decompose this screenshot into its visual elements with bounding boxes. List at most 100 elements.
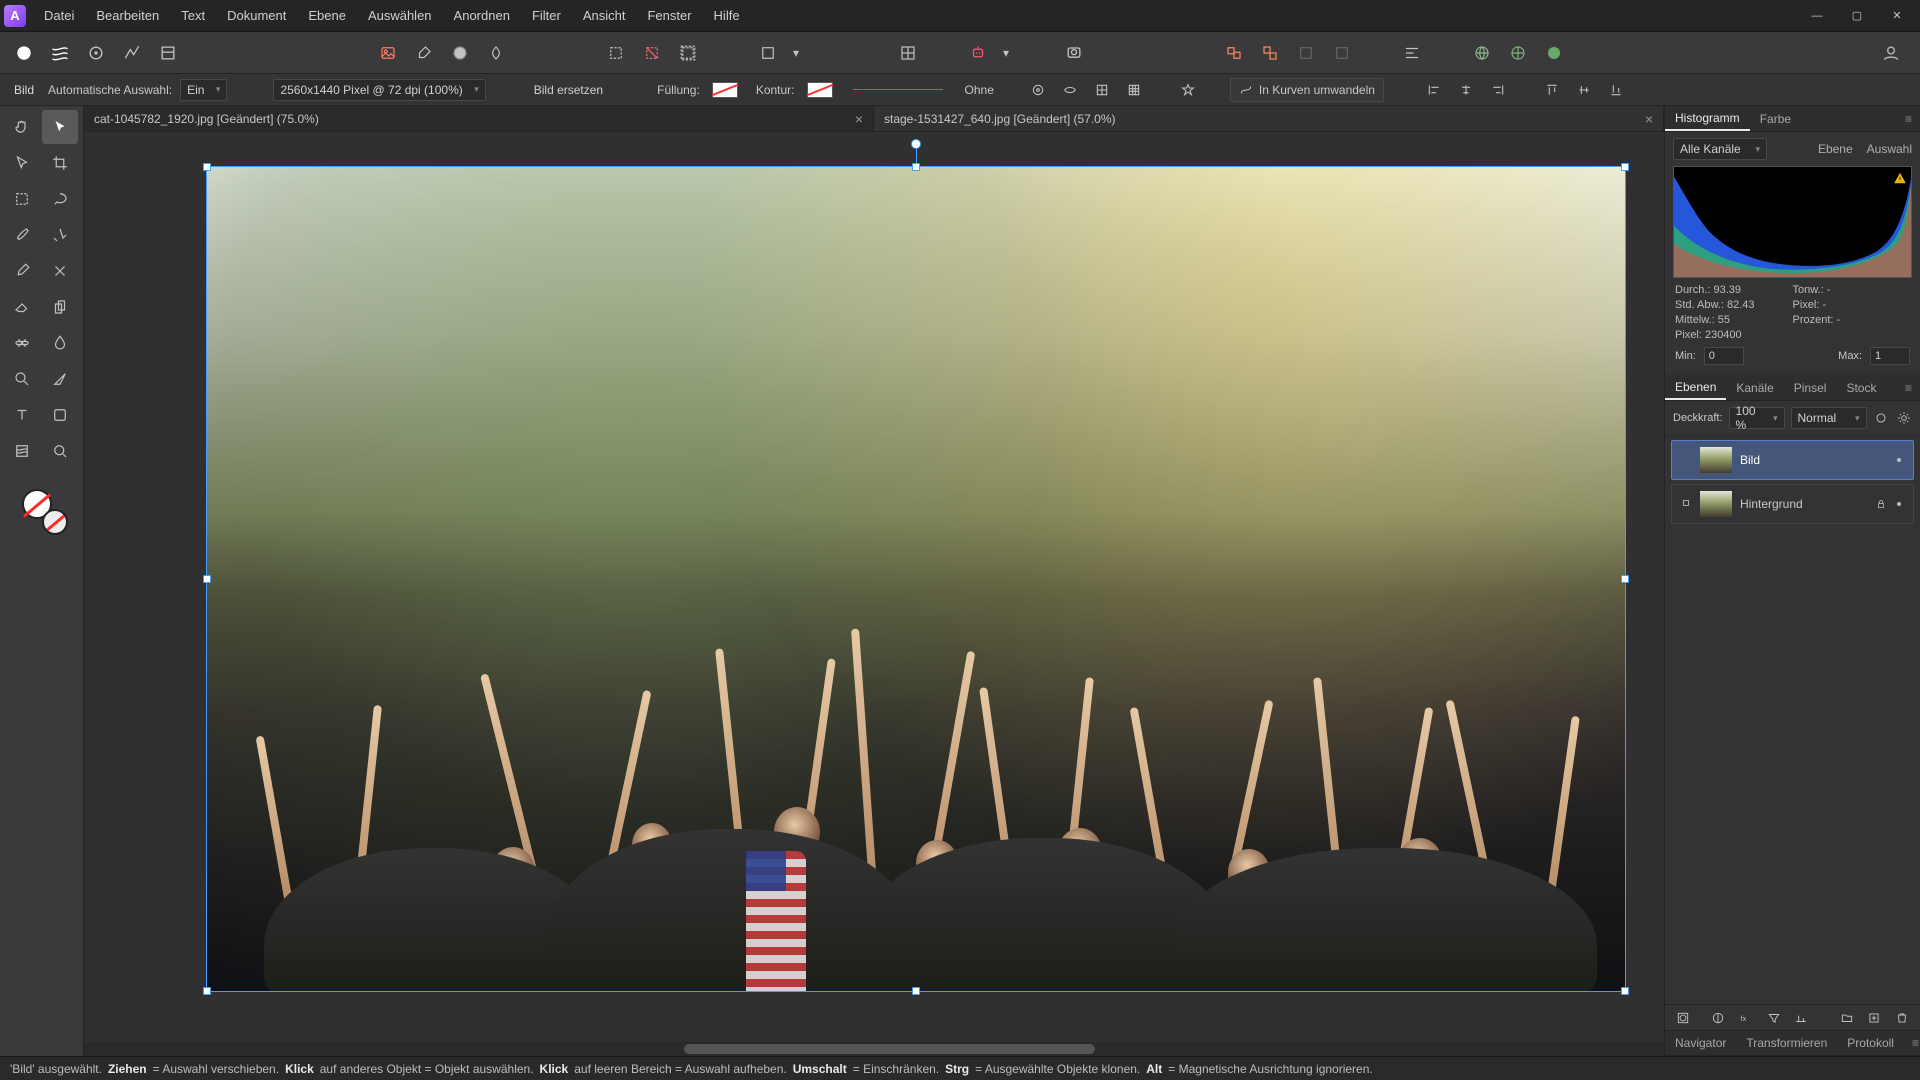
autoselect-dropdown[interactable]: Ein [180,79,227,101]
align-center-icon[interactable] [1454,79,1478,101]
paint-brush-tool-icon[interactable] [4,254,40,288]
crop-mode-icon[interactable] [752,39,784,67]
tab-farbe[interactable]: Farbe [1750,106,1801,131]
opacity-dropdown[interactable]: 100 % [1729,407,1785,429]
stroke-swatch[interactable] [807,82,833,98]
menu-ebene[interactable]: Ebene [298,0,356,31]
zoom-tool-icon[interactable] [42,434,78,468]
convert-to-curves-button[interactable]: In Kurven umwandeln [1230,78,1384,102]
add-layer-icon[interactable] [1865,1007,1885,1029]
divide-tool-icon[interactable] [892,39,924,67]
move-tool-icon[interactable] [42,110,78,144]
footer-panel-menu-icon[interactable]: ≡ [1904,1036,1920,1050]
tab-transformieren[interactable]: Transformieren [1736,1031,1837,1055]
persona-develop-icon[interactable] [80,39,112,67]
menu-ansicht[interactable]: Ansicht [573,0,636,31]
globe-dark-icon[interactable] [1538,39,1570,67]
menu-bearbeiten[interactable]: Bearbeiten [86,0,169,31]
flood-select-tool-icon[interactable] [42,218,78,252]
align-right-icon[interactable] [1486,79,1510,101]
window-maximize[interactable]: ▢ [1838,1,1876,31]
picker-tool-icon[interactable] [408,39,440,67]
window-minimize[interactable]: ― [1798,1,1836,31]
delete-layer-icon[interactable] [1892,1007,1912,1029]
assets-boxes-disabled2-icon[interactable] [1326,39,1358,67]
crop-tool-icon[interactable] [42,146,78,180]
window-close[interactable]: ✕ [1878,1,1916,31]
pixel-mode-icon[interactable] [1058,39,1090,67]
menu-filter[interactable]: Filter [522,0,571,31]
selection-mode-b-icon[interactable] [636,39,668,67]
node-tool-icon[interactable] [4,146,40,180]
text-tool-icon[interactable] [4,398,40,432]
layer-fx-icon[interactable] [1873,407,1890,429]
dodge-tool-icon[interactable] [4,362,40,396]
group-layers-icon[interactable] [1837,1007,1857,1029]
layers-panel-menu-icon[interactable]: ≡ [1897,381,1920,395]
tab-navigator[interactable]: Navigator [1665,1031,1736,1055]
live-filter-icon[interactable] [1764,1007,1784,1029]
align-bottom-icon[interactable] [1604,79,1628,101]
persona-liquify-icon[interactable] [44,39,76,67]
persona-tonemapping-icon[interactable] [116,39,148,67]
selection-mode-c-icon[interactable] [672,39,704,67]
grid-icon[interactable] [1090,79,1114,101]
hist-max-input[interactable] [1870,347,1910,365]
resolution-dropdown[interactable]: 2560x1440 Pixel @ 72 dpi (100%) [273,79,485,101]
histogram-link-ebene[interactable]: Ebene [1818,142,1853,156]
hist-min-input[interactable] [1704,347,1744,365]
menu-anordnen[interactable]: Anordnen [444,0,520,31]
document-tab-2[interactable]: stage-1531427_640.jpg [Geändert] (57.0%)… [874,106,1664,131]
photo-tool-icon[interactable] [372,39,404,67]
color-replacement-tool-icon[interactable] [42,254,78,288]
align-left-icon[interactable] [1422,79,1446,101]
assistant-dropdown-icon[interactable]: ▾ [998,39,1014,67]
clone-tool-icon[interactable] [42,290,78,324]
globe-light-icon[interactable] [1466,39,1498,67]
color-wheel-icon[interactable] [444,39,476,67]
lock-children-icon[interactable] [1026,79,1050,101]
tab-histogramm[interactable]: Histogramm [1665,106,1750,131]
star-icon[interactable] [1176,79,1200,101]
pen-tool-icon[interactable] [42,362,78,396]
mask-icon[interactable] [1673,1007,1693,1029]
close-tab-1-icon[interactable]: × [855,111,863,127]
histogram-link-auswahl[interactable]: Auswahl [1867,142,1912,156]
assistant-icon[interactable] [962,39,994,67]
menu-text[interactable]: Text [171,0,215,31]
tab-stock[interactable]: Stock [1836,375,1886,400]
histogram-channel-dropdown[interactable]: Alle Kanäle [1673,138,1767,160]
menu-auswaehlen[interactable]: Auswählen [358,0,442,31]
marquee-tool-icon[interactable] [4,182,40,216]
refine-tool-icon[interactable] [480,39,512,67]
globe-mid-icon[interactable] [1502,39,1534,67]
layer-visibility-toggle[interactable] [1680,497,1692,512]
blend-range-icon[interactable] [1792,1007,1812,1029]
hand-tool-icon[interactable] [4,110,40,144]
assets-boxes-a-icon[interactable] [1218,39,1250,67]
horizontal-scrollbar[interactable] [84,1042,1664,1056]
histogram-panel-menu-icon[interactable]: ≡ [1897,112,1920,126]
persona-export-icon[interactable] [152,39,184,67]
menu-datei[interactable]: Datei [34,0,84,31]
tab-ebenen[interactable]: Ebenen [1665,375,1726,400]
lasso-tool-icon[interactable] [42,182,78,216]
menu-hilfe[interactable]: Hilfe [704,0,750,31]
fill-swatch[interactable] [712,82,738,98]
hide-selection-icon[interactable] [1058,79,1082,101]
adjustment-icon[interactable] [1709,1007,1729,1029]
grid-dense-icon[interactable] [1122,79,1146,101]
visible-dot-icon[interactable] [1893,498,1905,510]
healing-tool-icon[interactable] [4,326,40,360]
tab-kanaele[interactable]: Kanäle [1726,375,1783,400]
menu-dokument[interactable]: Dokument [217,0,296,31]
align-icon[interactable] [1396,39,1428,67]
lock-icon[interactable] [1875,498,1887,510]
menu-fenster[interactable]: Fenster [637,0,701,31]
blend-mode-dropdown[interactable]: Normal [1791,407,1867,429]
layer-row-bild[interactable]: Bild [1671,440,1914,480]
stroke-width-slider[interactable] [853,89,943,90]
erase-tool-icon[interactable] [4,290,40,324]
document-tab-1[interactable]: cat-1045782_1920.jpg [Geändert] (75.0%) … [84,106,874,131]
assets-boxes-b-icon[interactable] [1254,39,1286,67]
